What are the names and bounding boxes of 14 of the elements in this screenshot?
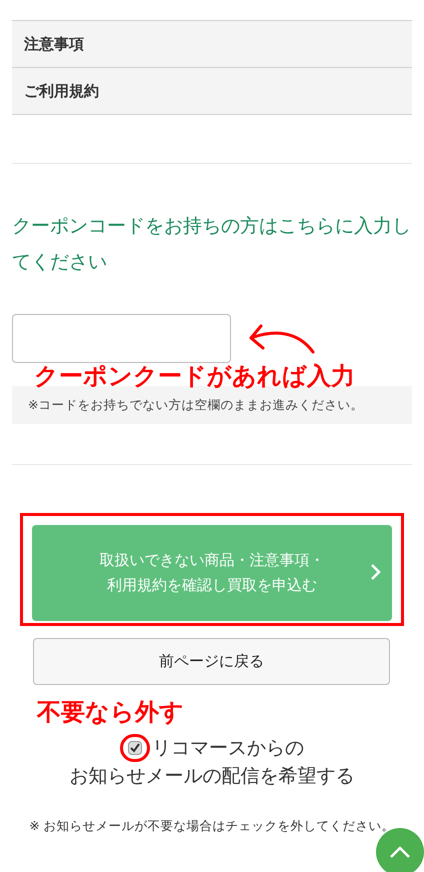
- accordion-item[interactable]: ご利用規約: [12, 68, 412, 115]
- coupon-heading: クーポンコードをお持ちの方はこちらに入力してください: [12, 214, 412, 275]
- newsletter-checkbox[interactable]: [128, 741, 142, 755]
- checkmark-icon: [130, 743, 140, 753]
- coupon-input-field[interactable]: [12, 314, 231, 363]
- newsletter-note: ※ お知らせメールが不要な場合はチェックを外してください。: [28, 817, 396, 835]
- newsletter-label: リコマースからの: [152, 736, 304, 761]
- newsletter-label: お知らせメールの配信を希望する: [70, 764, 354, 789]
- checkbox-annotation: 不要なら外す: [37, 698, 185, 726]
- back-button[interactable]: 前ページに戻る: [33, 638, 390, 685]
- accordion-item[interactable]: 注意事項: [12, 21, 412, 68]
- chevron-up-icon: [389, 845, 411, 859]
- chevron-right-icon: [370, 563, 382, 581]
- arrow-icon: [247, 322, 317, 356]
